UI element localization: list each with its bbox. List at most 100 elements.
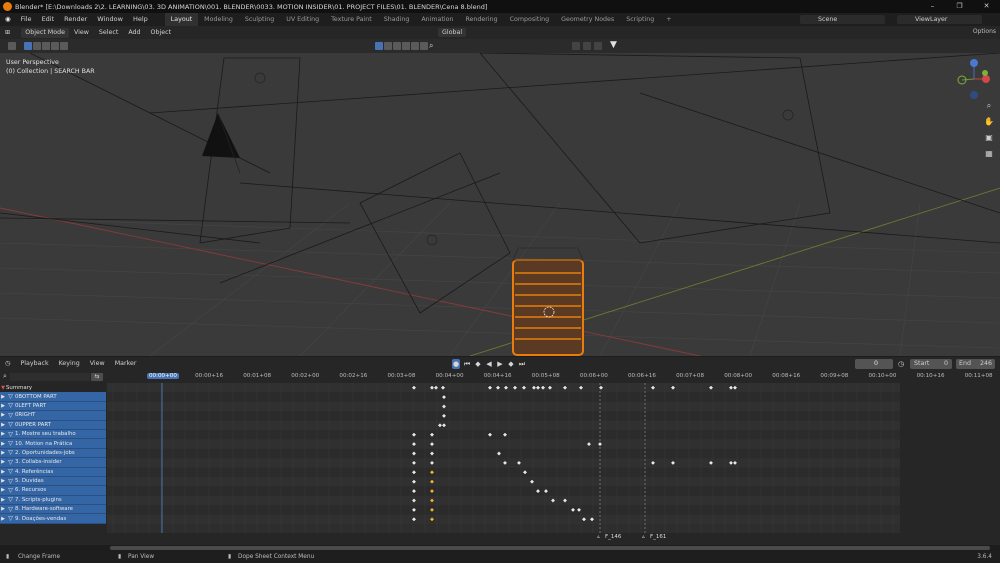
transform-orientation-dropdown[interactable]: Global — [438, 28, 467, 37]
gizmo-icon[interactable] — [420, 42, 428, 50]
viewport-scene — [0, 53, 1000, 356]
xray-icon[interactable] — [411, 42, 419, 50]
tab-compositing[interactable]: Compositing — [504, 13, 555, 26]
menu-view-dope[interactable]: View — [85, 357, 110, 371]
menu-help[interactable]: Help — [128, 13, 153, 26]
tab-uv-editing[interactable]: UV Editing — [280, 13, 325, 26]
prev-key-icon[interactable]: ◆ — [474, 359, 482, 369]
select-intersect-icon[interactable] — [60, 42, 68, 50]
add-workspace-button[interactable]: + — [660, 13, 677, 26]
menu-window[interactable]: Window — [92, 13, 128, 26]
minimize-button[interactable]: – — [919, 0, 946, 13]
current-frame-indicator[interactable]: 00:00+00 — [147, 373, 179, 379]
channel-row[interactable]: ▶ ▽ 6. Recursos — [0, 486, 106, 496]
object-mode-dropdown[interactable]: Object Mode — [21, 27, 69, 38]
keyframe-area[interactable]: 00:00+00 00:00+16 00:01+08 00:02+00 00:02+16… — [107, 371, 1000, 545]
menu-object[interactable]: Object — [146, 26, 177, 39]
select-tool-icon[interactable] — [8, 42, 16, 50]
time-tick-label: 00:00+16 — [195, 373, 224, 379]
time-ruler[interactable]: 00:00+00 00:00+16 00:01+08 00:02+00 00:02+16… — [107, 371, 1000, 383]
snap-icon[interactable] — [384, 42, 392, 50]
channel-summary[interactable]: ▼ Summary — [0, 383, 106, 393]
menu-playback[interactable]: Playback — [16, 357, 54, 371]
maximize-button[interactable]: ❐ — [946, 0, 973, 13]
start-frame-field[interactable]: Start 0 — [910, 359, 952, 369]
record-icon[interactable]: ● — [452, 359, 460, 369]
funnel-icon[interactable]: ▼ — [610, 40, 617, 50]
tab-shading[interactable]: Shading — [378, 13, 416, 26]
menu-add[interactable]: Add — [123, 26, 145, 39]
scene-selector[interactable]: Scene — [800, 15, 885, 24]
hand-pan-icon[interactable]: ✋ — [984, 117, 994, 127]
tab-texture-paint[interactable]: Texture Paint — [325, 13, 378, 26]
jump-end-icon[interactable]: ⏭ — [518, 359, 526, 369]
filter-icon[interactable] — [572, 42, 580, 50]
marker-label[interactable]: F_146 — [605, 534, 621, 540]
channel-row[interactable]: ▶ ▽ 2. Oportunidades-jobs — [0, 448, 106, 459]
channel-row[interactable]: ▶ ▽ 4. Referências — [0, 467, 106, 477]
view-layer-selector[interactable]: ViewLayer — [897, 15, 982, 24]
menu-render[interactable]: Render — [59, 13, 92, 26]
channel-row[interactable]: ▶ ▽ 7. Scripts-plugins — [0, 495, 106, 506]
marker-label[interactable]: F_161 — [650, 534, 666, 540]
search-icon[interactable]: ⌕ — [429, 41, 433, 51]
channel-row[interactable]: ▶ ▽ 1. Mostre seu trabalho — [0, 429, 106, 440]
channel-row[interactable]: ▶ ▽ 0LEFT PART — [0, 401, 106, 412]
tab-animation[interactable]: Animation — [415, 13, 459, 26]
menu-marker[interactable]: Marker — [110, 357, 142, 371]
select-box-icon[interactable] — [24, 42, 32, 50]
channel-row[interactable]: ▶ ▽ 9. Doações-vendas — [0, 514, 106, 524]
keyframe-grid[interactable] — [107, 383, 1000, 533]
zoom-icon[interactable]: ⌕ — [984, 101, 994, 111]
menu-view[interactable]: View — [69, 26, 94, 39]
blender-menu-icon[interactable]: ◉ — [0, 13, 16, 26]
camera-view-icon[interactable]: ▣ — [984, 133, 994, 143]
tab-modeling[interactable]: Modeling — [198, 13, 239, 26]
current-frame-field[interactable]: 0 — [855, 359, 893, 369]
horizontal-scrollbar[interactable] — [110, 546, 990, 550]
proportional-edit-icon[interactable] — [393, 42, 401, 50]
end-frame-field[interactable]: End 246 — [956, 359, 995, 369]
channel-row[interactable]: ▶ ▽ 10. Motion na Prática — [0, 439, 106, 449]
menu-edit[interactable]: Edit — [37, 13, 60, 26]
select-subtract-icon[interactable] — [42, 42, 50, 50]
swap-channels-button[interactable]: ⇆ — [91, 373, 103, 381]
window-title: Blender* [E:\Downloads 2\2. LEARNING\03.… — [15, 2, 488, 11]
channel-row[interactable]: ▶ ▽ 0UPPER PART — [0, 420, 106, 430]
menu-file[interactable]: File — [16, 13, 37, 26]
channel-row[interactable]: ▶ ▽ 3. Collabs-insider — [0, 458, 106, 468]
tab-sculpting[interactable]: Sculpting — [239, 13, 280, 26]
grid-ortho-icon[interactable]: ▦ — [984, 149, 994, 159]
marker-row[interactable]: ▵ F_146 ▵ F_161 — [107, 533, 1000, 545]
options-dropdown[interactable]: Options — [973, 28, 996, 35]
overlay-icon[interactable] — [402, 42, 410, 50]
channel-search-input[interactable] — [10, 373, 90, 381]
tab-geometry-nodes[interactable]: Geometry Nodes — [555, 13, 620, 26]
clock-icon[interactable]: ◷ — [898, 359, 904, 369]
editor-type-icon[interactable]: ⊞ — [0, 26, 15, 39]
viewport-shading-icon[interactable] — [375, 42, 383, 50]
next-key-icon[interactable]: ◆ — [507, 359, 515, 369]
close-button[interactable]: ✕ — [973, 0, 1000, 13]
menu-select[interactable]: Select — [94, 26, 123, 39]
marker-triangle-icon[interactable]: ▵ — [642, 534, 645, 540]
3d-viewport[interactable]: User Perspective (0) Collection | SEARCH… — [0, 53, 1000, 356]
marker-triangle-icon[interactable]: ▵ — [597, 534, 600, 540]
bookmark-icon[interactable] — [583, 42, 591, 50]
editor-type-clock-icon[interactable]: ◷ — [0, 357, 16, 371]
select-invert-icon[interactable] — [51, 42, 59, 50]
channel-row[interactable]: ▶ ▽ 0RIGHT — [0, 411, 106, 421]
tab-layout[interactable]: Layout — [164, 13, 199, 26]
channel-row[interactable]: ▶ ▽ 8. Hardware-software — [0, 505, 106, 515]
tab-scripting[interactable]: Scripting — [620, 13, 660, 26]
channel-row[interactable]: ▶ ▽ 5. Duvidas — [0, 476, 106, 487]
sync-icon[interactable] — [594, 42, 602, 50]
tab-rendering[interactable]: Rendering — [459, 13, 503, 26]
play-icon[interactable]: ▶ — [496, 359, 504, 369]
jump-start-icon[interactable]: ⏮ — [463, 359, 471, 369]
channel-row[interactable]: ▶ ▽ 0BOTTOM PART — [0, 392, 106, 402]
menu-keying[interactable]: Keying — [54, 357, 85, 371]
select-extend-icon[interactable] — [33, 42, 41, 50]
play-reverse-icon[interactable]: ◀ — [485, 359, 493, 369]
channel-label: 4. Referências — [15, 468, 54, 475]
